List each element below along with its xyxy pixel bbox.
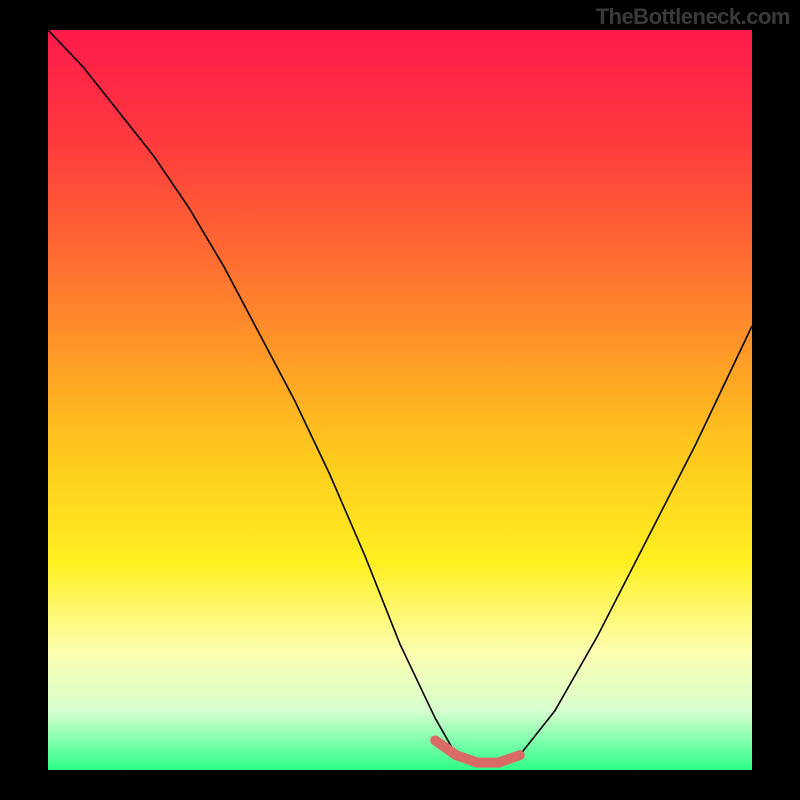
attribution-watermark: TheBottleneck.com (596, 4, 790, 30)
chart-frame: TheBottleneck.com (0, 0, 800, 800)
chart-background (48, 30, 752, 770)
bottleneck-chart (48, 30, 752, 770)
